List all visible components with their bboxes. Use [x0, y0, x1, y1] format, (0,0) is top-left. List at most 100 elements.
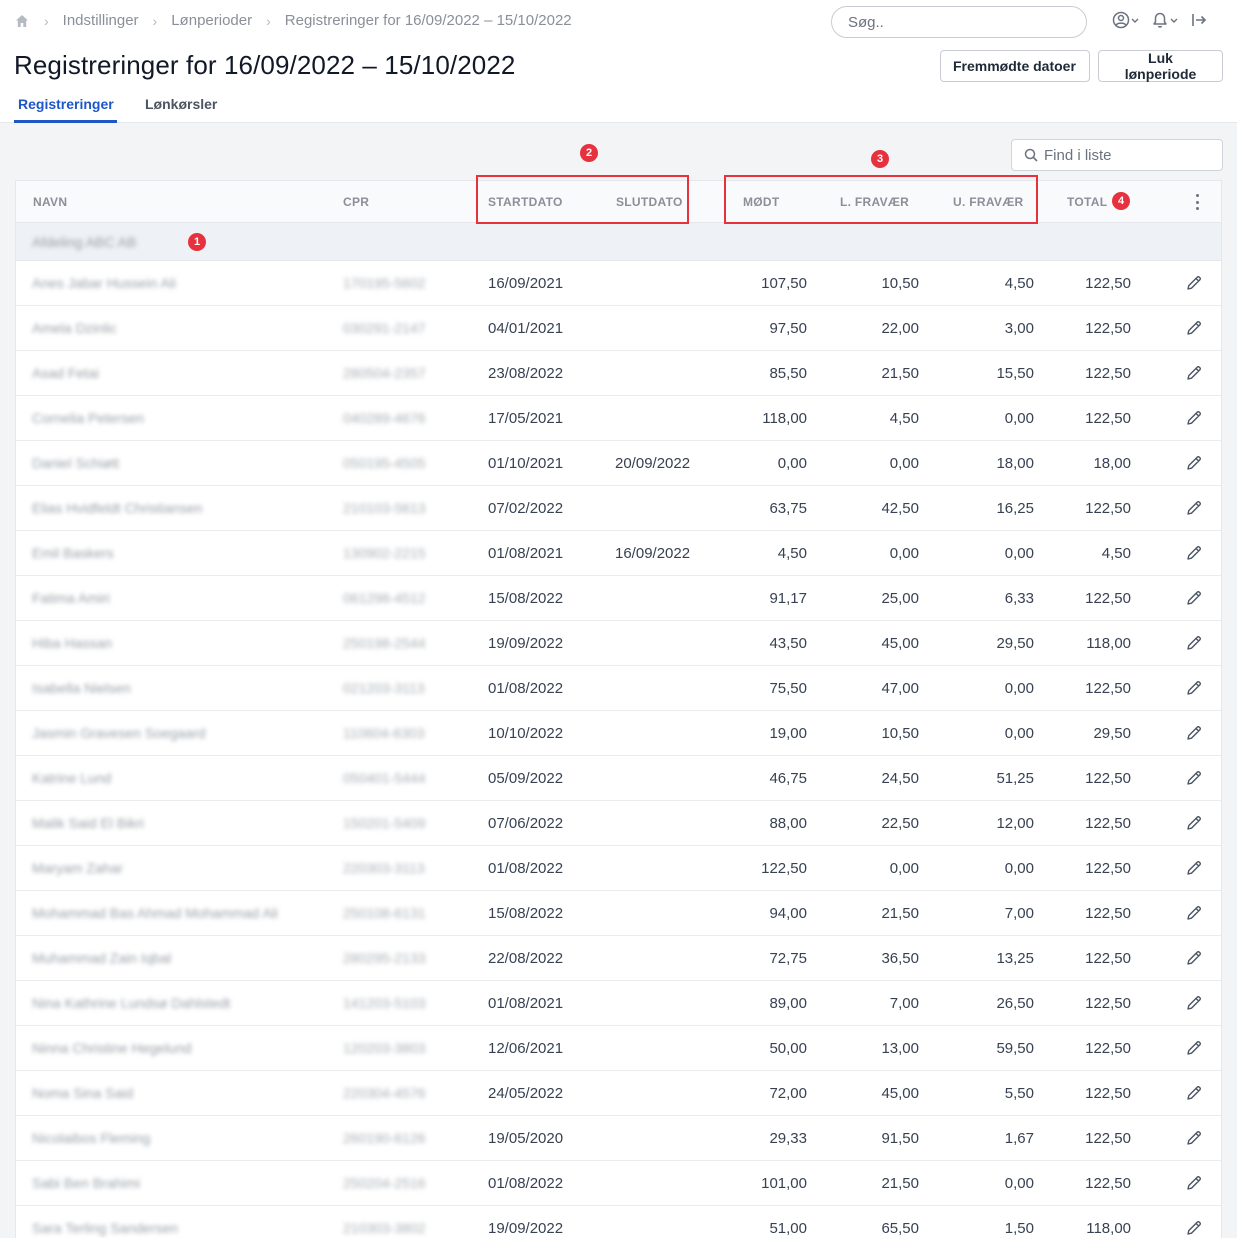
table-row[interactable]: Asad Fetai 280504-2357 23/08/2022 85,50 21,5…: [16, 351, 1221, 396]
cell-u-fravaer: 51,25: [996, 770, 1034, 787]
cell-cpr: 260190-6126: [343, 1130, 426, 1146]
edit-row-button[interactable]: [1184, 903, 1204, 923]
cell-name: Nicolaibos Fleming: [32, 1130, 151, 1146]
cell-cpr: 141203-5103: [343, 995, 426, 1011]
annotation-badge-4: 4: [1112, 192, 1130, 210]
cell-u-fravaer: 0,00: [1004, 410, 1034, 427]
table-row[interactable]: Sara Terling Sandersen 210303-3802 19/09/2…: [16, 1206, 1221, 1238]
find-in-list-input[interactable]: [1044, 146, 1214, 164]
cell-cpr: 120203-3803: [343, 1040, 426, 1056]
breadcrumb-item-lonperioder[interactable]: Lønperioder: [171, 12, 252, 29]
table-row[interactable]: Malik Said El Bikri 150201-5409 07/06/2022…: [16, 801, 1221, 846]
cell-startdato: 07/06/2022: [488, 815, 564, 832]
cell-name: Emil Baskers: [32, 545, 114, 561]
table-row[interactable]: Muhammad Zain Iqbal 280295-2133 22/08/2022…: [16, 936, 1221, 981]
table-row[interactable]: Nicolaibos Fleming 260190-6126 19/05/2020 2…: [16, 1116, 1221, 1161]
cell-total: 122,50: [1085, 1130, 1131, 1147]
edit-row-button[interactable]: [1184, 498, 1204, 518]
cell-u-fravaer: 15,50: [996, 365, 1034, 382]
cell-l-fravaer: 36,50: [881, 950, 919, 967]
table-row[interactable]: Emil Baskers 130902-2215 01/08/2021 16/09/2…: [16, 531, 1221, 576]
cell-modt: 51,00: [769, 1220, 807, 1237]
edit-row-button[interactable]: [1184, 453, 1204, 473]
cell-l-fravaer: 24,50: [881, 770, 919, 787]
edit-row-button[interactable]: [1184, 1083, 1204, 1103]
notifications-button[interactable]: [1150, 10, 1180, 30]
cell-startdato: 15/08/2022: [488, 590, 564, 607]
table-row[interactable]: Isabella Nielsen 021203-3113 01/08/2022 75,…: [16, 666, 1221, 711]
edit-row-button[interactable]: [1184, 633, 1204, 653]
cell-l-fravaer: 10,50: [881, 725, 919, 742]
cell-cpr: 210303-3802: [343, 1220, 426, 1236]
cell-u-fravaer: 16,25: [996, 500, 1034, 517]
cell-startdato: 15/08/2022: [488, 905, 564, 922]
table-row[interactable]: Mohammad Bas Ahmad Mohammad Ali 250108-61…: [16, 891, 1221, 936]
edit-row-button[interactable]: [1184, 1173, 1204, 1193]
table-body: Anes Jabar Hussein Ali 170195-5602 16/09/2…: [16, 261, 1221, 1238]
edit-row-button[interactable]: [1184, 363, 1204, 383]
cell-name: Katrine Lund: [32, 770, 112, 786]
edit-row-button[interactable]: [1184, 1038, 1204, 1058]
column-header-total[interactable]: TOTAL: [1067, 195, 1107, 209]
home-icon[interactable]: [14, 13, 30, 29]
edit-row-button[interactable]: [1184, 768, 1204, 788]
column-options-icon[interactable]: [1192, 194, 1202, 210]
cell-u-fravaer: 0,00: [1004, 545, 1034, 562]
edit-row-button[interactable]: [1184, 1218, 1204, 1238]
fremmodte-datoer-button[interactable]: Fremmødte datoer: [940, 50, 1090, 82]
cell-cpr: 220304-4576: [343, 1085, 426, 1101]
edit-row-button[interactable]: [1184, 1128, 1204, 1148]
pencil-icon: [1187, 501, 1201, 515]
cell-startdato: 04/01/2021: [488, 320, 564, 337]
edit-row-button[interactable]: [1184, 948, 1204, 968]
cell-cpr: 040289-4676: [343, 410, 426, 426]
edit-row-button[interactable]: [1184, 813, 1204, 833]
cell-name: Jasmin Gravesen Soegaard: [32, 725, 206, 741]
logout-button[interactable]: [1190, 10, 1208, 30]
breadcrumb-item-indstillinger[interactable]: Indstillinger: [63, 12, 139, 29]
cell-modt: 63,75: [769, 500, 807, 517]
edit-row-button[interactable]: [1184, 723, 1204, 743]
cell-total: 18,00: [1093, 455, 1131, 472]
column-header-cpr[interactable]: CPR: [343, 195, 369, 209]
table-row[interactable]: Noma Sina Said 220304-4576 24/05/2022 72,00…: [16, 1071, 1221, 1116]
table-row[interactable]: Sabi Ben Brahimi 250204-2516 01/08/2022 101…: [16, 1161, 1221, 1206]
table-row[interactable]: Cornelia Petersen 040289-4676 17/05/2021 11…: [16, 396, 1221, 441]
table-row[interactable]: Elias Hvidfeldt Christiansen 210103-5613 0…: [16, 486, 1221, 531]
table-row[interactable]: Nina Kathrine Lundsø Dahlstedt 141203-510…: [16, 981, 1221, 1026]
table-row[interactable]: Hiba Hassan 250198-2544 19/09/2022 43,50 45,…: [16, 621, 1221, 666]
tab-registreringer[interactable]: Registreringer: [18, 96, 114, 112]
table-row[interactable]: Amela Dzinlic 030291-2147 04/01/2021 97,50 2…: [16, 306, 1221, 351]
cell-l-fravaer: 47,00: [881, 680, 919, 697]
group-row: Afdeling ABC AB 1: [16, 223, 1221, 261]
cell-name: Asad Fetai: [32, 365, 99, 381]
table-row[interactable]: Daniel Schiøtt 050195-4505 01/10/2021 20/09…: [16, 441, 1221, 486]
search-input[interactable]: [848, 13, 1070, 31]
luk-lonperiode-button[interactable]: Luk lønperiode: [1098, 50, 1223, 82]
cell-modt: 46,75: [769, 770, 807, 787]
table-row[interactable]: Jasmin Gravesen Soegaard 110604-6303 10/10…: [16, 711, 1221, 756]
table-row[interactable]: Maryam Zahar 220303-3113 01/08/2022 122,50 0…: [16, 846, 1221, 891]
cell-total: 122,50: [1085, 1175, 1131, 1192]
tab-lonkorsler[interactable]: Lønkørsler: [145, 96, 217, 112]
edit-row-button[interactable]: [1184, 858, 1204, 878]
cell-modt: 75,50: [769, 680, 807, 697]
edit-row-button[interactable]: [1184, 408, 1204, 428]
cell-cpr: 030291-2147: [343, 320, 426, 336]
annotation-badge-1: 1: [188, 233, 206, 251]
edit-row-button[interactable]: [1184, 543, 1204, 563]
cell-modt: 88,00: [769, 815, 807, 832]
edit-row-button[interactable]: [1184, 318, 1204, 338]
edit-row-button[interactable]: [1184, 588, 1204, 608]
table-row[interactable]: Katrine Lund 050401-5444 05/09/2022 46,75 24…: [16, 756, 1221, 801]
edit-row-button[interactable]: [1184, 273, 1204, 293]
table-row[interactable]: Ninna Christine Hegelund 120203-3803 12/06…: [16, 1026, 1221, 1071]
table-row[interactable]: Fatima Amiri 061298-4512 15/08/2022 91,17 25…: [16, 576, 1221, 621]
table-row[interactable]: Anes Jabar Hussein Ali 170195-5602 16/09/2…: [16, 261, 1221, 306]
pencil-icon: [1187, 726, 1201, 740]
edit-row-button[interactable]: [1184, 993, 1204, 1013]
pencil-icon: [1187, 546, 1201, 560]
user-menu-button[interactable]: [1112, 10, 1140, 30]
edit-row-button[interactable]: [1184, 678, 1204, 698]
column-header-navn[interactable]: NAVN: [33, 195, 67, 209]
